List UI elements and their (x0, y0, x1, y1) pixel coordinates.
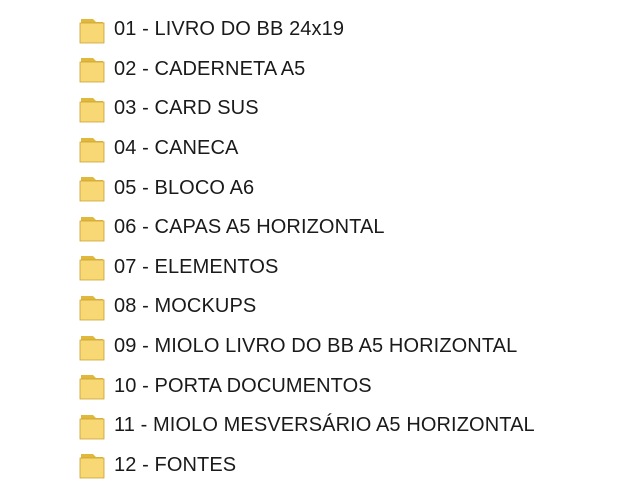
folder-name: 05 - BLOCO A6 (114, 176, 255, 199)
folder-name: 11 - MIOLO MESVERSÁRIO A5 HORIZONTAL (114, 414, 535, 437)
folder-name: 08 - MOCKUPS (114, 295, 257, 318)
folder-icon (79, 97, 105, 123)
folder-name: 03 - CARD SUS (114, 97, 259, 120)
folder-name: 04 - CANECA (114, 137, 239, 160)
folder-item[interactable]: 09 - MIOLO LIVRO DO BB A5 HORIZONTAL (78, 327, 618, 367)
folder-icon (79, 216, 105, 242)
folder-icon (79, 256, 105, 281)
folder-item[interactable]: 01 - LIVRO DO BB 24x19 (78, 10, 618, 50)
folder-item[interactable]: 07 - ELEMENTOS (78, 248, 618, 288)
folder-item[interactable]: 03 - CARD SUS (78, 89, 618, 129)
folder-icon (79, 414, 105, 440)
folder-name: 02 - CADERNETA A5 (114, 57, 306, 80)
folder-icon (79, 58, 105, 83)
folder-item[interactable]: 04 - CANECA (78, 129, 618, 169)
folder-icon (79, 137, 105, 162)
folder-item[interactable]: 06 - CAPAS A5 HORIZONTAL (78, 208, 618, 248)
folder-icon (79, 177, 105, 202)
folder-item[interactable]: 10 - PORTA DOCUMENTOS (78, 366, 618, 406)
folder-name: 10 - PORTA DOCUMENTOS (114, 374, 372, 397)
folder-name: 07 - ELEMENTOS (114, 255, 279, 278)
folder-list: 01 - LIVRO DO BB 24x19 02 - CADERNETA A5… (78, 10, 618, 485)
folder-name: 12 - FONTES (114, 453, 237, 476)
folder-item[interactable]: 05 - BLOCO A6 (78, 168, 618, 208)
folder-item[interactable]: 11 - MIOLO MESVERSÁRIO A5 HORIZONTAL (78, 406, 618, 446)
folder-item[interactable]: 12 - FONTES (78, 446, 618, 486)
folder-icon (79, 295, 105, 321)
folder-icon (79, 454, 105, 479)
folder-item[interactable]: 08 - MOCKUPS (78, 287, 618, 327)
folder-name: 01 - LIVRO DO BB 24x19 (114, 18, 345, 41)
folder-icon (79, 375, 105, 400)
folder-icon (79, 18, 105, 44)
folder-icon (79, 335, 105, 360)
folder-name: 09 - MIOLO LIVRO DO BB A5 HORIZONTAL (114, 335, 518, 358)
folder-item[interactable]: 02 - CADERNETA A5 (78, 50, 618, 90)
folder-name: 06 - CAPAS A5 HORIZONTAL (114, 216, 385, 239)
